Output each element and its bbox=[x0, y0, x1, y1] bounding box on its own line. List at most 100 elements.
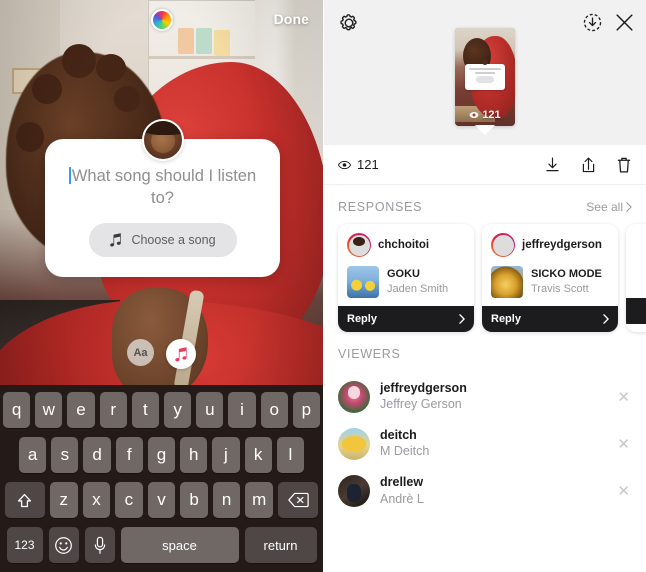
space-key[interactable]: space bbox=[120, 527, 239, 563]
trash-icon[interactable] bbox=[616, 156, 632, 174]
close-icon[interactable]: ✕ bbox=[617, 388, 632, 406]
viewers-list: jeffreydgerson Jeffrey Gerson ✕ deitch M… bbox=[324, 373, 646, 514]
avatar bbox=[347, 233, 371, 257]
avatar bbox=[141, 119, 184, 161]
key-j[interactable]: j bbox=[212, 437, 240, 473]
response-user[interactable]: chchoitoi bbox=[347, 233, 465, 257]
reply-button[interactable]: Reply bbox=[338, 306, 474, 332]
choose-a-song-button[interactable]: Choose a song bbox=[88, 223, 237, 258]
chevron-right-icon bbox=[459, 314, 465, 324]
share-icon[interactable] bbox=[580, 156, 597, 174]
list-item[interactable]: deitch M Deitch ✕ bbox=[324, 420, 646, 467]
viewer-username: drellew bbox=[380, 475, 424, 490]
emoji-icon[interactable] bbox=[48, 527, 79, 563]
key-i[interactable]: i bbox=[228, 392, 256, 428]
key-t[interactable]: t bbox=[131, 392, 159, 428]
response-song: SICKO MODE Travis Scott bbox=[491, 266, 609, 298]
key-z[interactable]: z bbox=[49, 482, 78, 518]
story-thumbnail[interactable]: 121 bbox=[455, 28, 515, 135]
text-caret bbox=[68, 167, 71, 184]
key-c[interactable]: c bbox=[115, 482, 143, 518]
key-d[interactable]: d bbox=[83, 437, 111, 473]
viewer-username: deitch bbox=[380, 428, 417, 443]
download-circle-icon[interactable] bbox=[582, 12, 603, 33]
key-n[interactable]: n bbox=[212, 482, 241, 518]
key-l[interactable]: l bbox=[276, 437, 304, 473]
shift-icon[interactable] bbox=[4, 482, 45, 518]
eye-icon bbox=[469, 112, 479, 118]
key-f[interactable]: f bbox=[115, 437, 143, 473]
key-x[interactable]: x bbox=[82, 482, 111, 518]
avatar[interactable] bbox=[338, 474, 370, 507]
key-b[interactable]: b bbox=[180, 482, 208, 518]
done-button[interactable]: Done bbox=[274, 11, 309, 27]
response-username: jeffreydgerson bbox=[522, 239, 602, 251]
return-key[interactable]: return bbox=[244, 527, 317, 563]
key-v[interactable]: v bbox=[147, 482, 176, 518]
key-q[interactable]: q bbox=[2, 392, 31, 428]
close-icon[interactable]: ✕ bbox=[617, 482, 632, 500]
key-s[interactable]: s bbox=[51, 437, 79, 473]
story-stats-bar: 121 bbox=[324, 145, 646, 185]
view-count-group[interactable]: 121 bbox=[338, 157, 379, 172]
response-card-partial[interactable] bbox=[626, 224, 646, 332]
response-user[interactable]: jeffreydgerson bbox=[491, 233, 609, 257]
viewers-section-header: VIEWERS bbox=[324, 332, 646, 371]
list-item[interactable]: drellew Andrè L ✕ bbox=[324, 467, 646, 514]
color-wheel-icon[interactable] bbox=[150, 9, 173, 31]
reply-label: Reply bbox=[491, 313, 521, 325]
music-tool-button[interactable] bbox=[166, 339, 196, 369]
backspace-icon[interactable] bbox=[278, 482, 319, 518]
key-g[interactable]: g bbox=[147, 437, 176, 473]
key-p[interactable]: p bbox=[292, 392, 321, 428]
sticker-question-text[interactable]: What song should I listen to? bbox=[63, 165, 262, 209]
key-h[interactable]: h bbox=[180, 437, 208, 473]
see-all-label: See all bbox=[586, 200, 623, 214]
eye-icon bbox=[338, 160, 351, 169]
chevron-right-icon bbox=[626, 202, 632, 212]
viewer-fullname: Andrè L bbox=[380, 491, 424, 506]
key-u[interactable]: u bbox=[196, 392, 224, 428]
key-e[interactable]: e bbox=[67, 392, 95, 428]
story-composer-panel: Done What song should I listen to? Choos… bbox=[0, 0, 323, 572]
response-song: GOKU Jaden Smith bbox=[347, 266, 465, 298]
responses-carousel[interactable]: chchoitoi GOKU Jaden Smith Reply jeffrey… bbox=[324, 224, 646, 332]
close-icon[interactable]: ✕ bbox=[617, 435, 632, 453]
viewer-fullname: M Deitch bbox=[380, 444, 430, 459]
close-icon[interactable] bbox=[615, 13, 634, 32]
viewers-title: VIEWERS bbox=[338, 347, 401, 361]
on-screen-keyboard[interactable]: q w e r t y u i o p a s d f g h j k l z … bbox=[0, 385, 323, 572]
gear-icon[interactable] bbox=[338, 12, 360, 34]
viewer-username: jeffreydgerson bbox=[380, 381, 467, 395]
text-tool-button[interactable]: Aa bbox=[127, 339, 154, 366]
choose-a-song-label: Choose a song bbox=[131, 233, 216, 248]
list-item[interactable]: jeffreydgerson Jeffrey Gerson ✕ bbox=[324, 373, 646, 420]
reply-button[interactable]: Reply bbox=[482, 306, 618, 332]
key-a[interactable]: a bbox=[19, 437, 47, 473]
microphone-icon[interactable] bbox=[84, 527, 115, 563]
response-card[interactable]: chchoitoi GOKU Jaden Smith Reply bbox=[338, 224, 474, 332]
album-art bbox=[347, 266, 379, 298]
song-artist: Jaden Smith bbox=[387, 282, 449, 295]
response-username: chchoitoi bbox=[378, 239, 430, 251]
key-o[interactable]: o bbox=[260, 392, 288, 428]
avatar[interactable] bbox=[338, 380, 370, 413]
keyboard-row-3: z x c v b n m bbox=[3, 482, 320, 518]
key-w[interactable]: w bbox=[35, 392, 63, 428]
responses-title: RESPONSES bbox=[338, 200, 423, 214]
key-m[interactable]: m bbox=[245, 482, 274, 518]
music-question-sticker[interactable]: What song should I listen to? Choose a s… bbox=[45, 119, 280, 278]
download-icon[interactable] bbox=[544, 156, 561, 173]
key-y[interactable]: y bbox=[164, 392, 192, 428]
keyboard-row-4: 123 space return bbox=[3, 527, 320, 563]
key-r[interactable]: r bbox=[99, 392, 127, 428]
see-all-responses-link[interactable]: See all bbox=[586, 200, 632, 214]
responses-section-header: RESPONSES See all bbox=[324, 185, 646, 224]
reply-label: Reply bbox=[347, 313, 377, 325]
screenshot-root: Done What song should I listen to? Choos… bbox=[0, 0, 646, 572]
key-k[interactable]: k bbox=[244, 437, 272, 473]
response-card[interactable]: jeffreydgerson SICKO MODE Travis Scott R… bbox=[482, 224, 618, 332]
numbers-key[interactable]: 123 bbox=[6, 527, 43, 563]
avatar[interactable] bbox=[338, 427, 370, 460]
composer-tools: Aa bbox=[0, 339, 323, 369]
